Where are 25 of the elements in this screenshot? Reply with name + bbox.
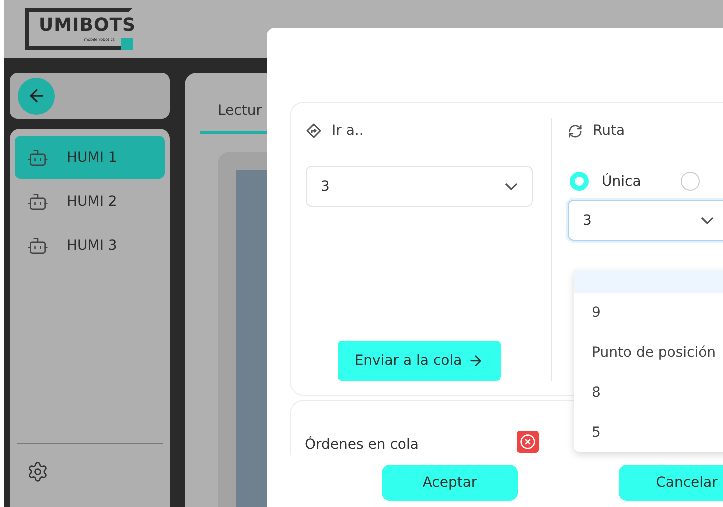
accept-button[interactable]: Aceptar xyxy=(382,465,518,501)
robot-item[interactable]: HUMI 1 xyxy=(15,136,165,179)
destination-select[interactable]: 3 xyxy=(306,166,533,207)
chevron-icon xyxy=(701,216,714,224)
section-title: Ruta xyxy=(593,123,626,139)
cancel-button[interactable]: Cancelar xyxy=(619,465,723,501)
settings-icon[interactable] xyxy=(27,461,49,483)
chevron-icon xyxy=(505,182,518,190)
directions-icon xyxy=(306,123,322,139)
robot-name: HUMI 1 xyxy=(67,150,118,166)
robot-item[interactable]: HUMI 2 xyxy=(15,180,165,223)
route-select[interactable]: 3 xyxy=(568,200,723,241)
section-title: Ir a.. xyxy=(332,123,364,139)
radio-label: Única xyxy=(602,174,642,190)
radio-button[interactable] xyxy=(681,172,700,191)
send-button[interactable]: Enviar a la cola xyxy=(338,341,501,381)
radio-button[interactable] xyxy=(570,172,589,191)
robot-name: HUMI 2 xyxy=(67,194,118,210)
dropdown-option[interactable]: 5 xyxy=(574,413,723,452)
queue-title: Órdenes en cola xyxy=(305,437,420,453)
robot-name: HUMI 3 xyxy=(67,238,118,254)
clear-button[interactable] xyxy=(517,431,539,453)
robot-item[interactable]: HUMI 3 xyxy=(15,224,165,267)
back-button[interactable] xyxy=(18,78,55,114)
refresh-icon xyxy=(568,124,583,138)
